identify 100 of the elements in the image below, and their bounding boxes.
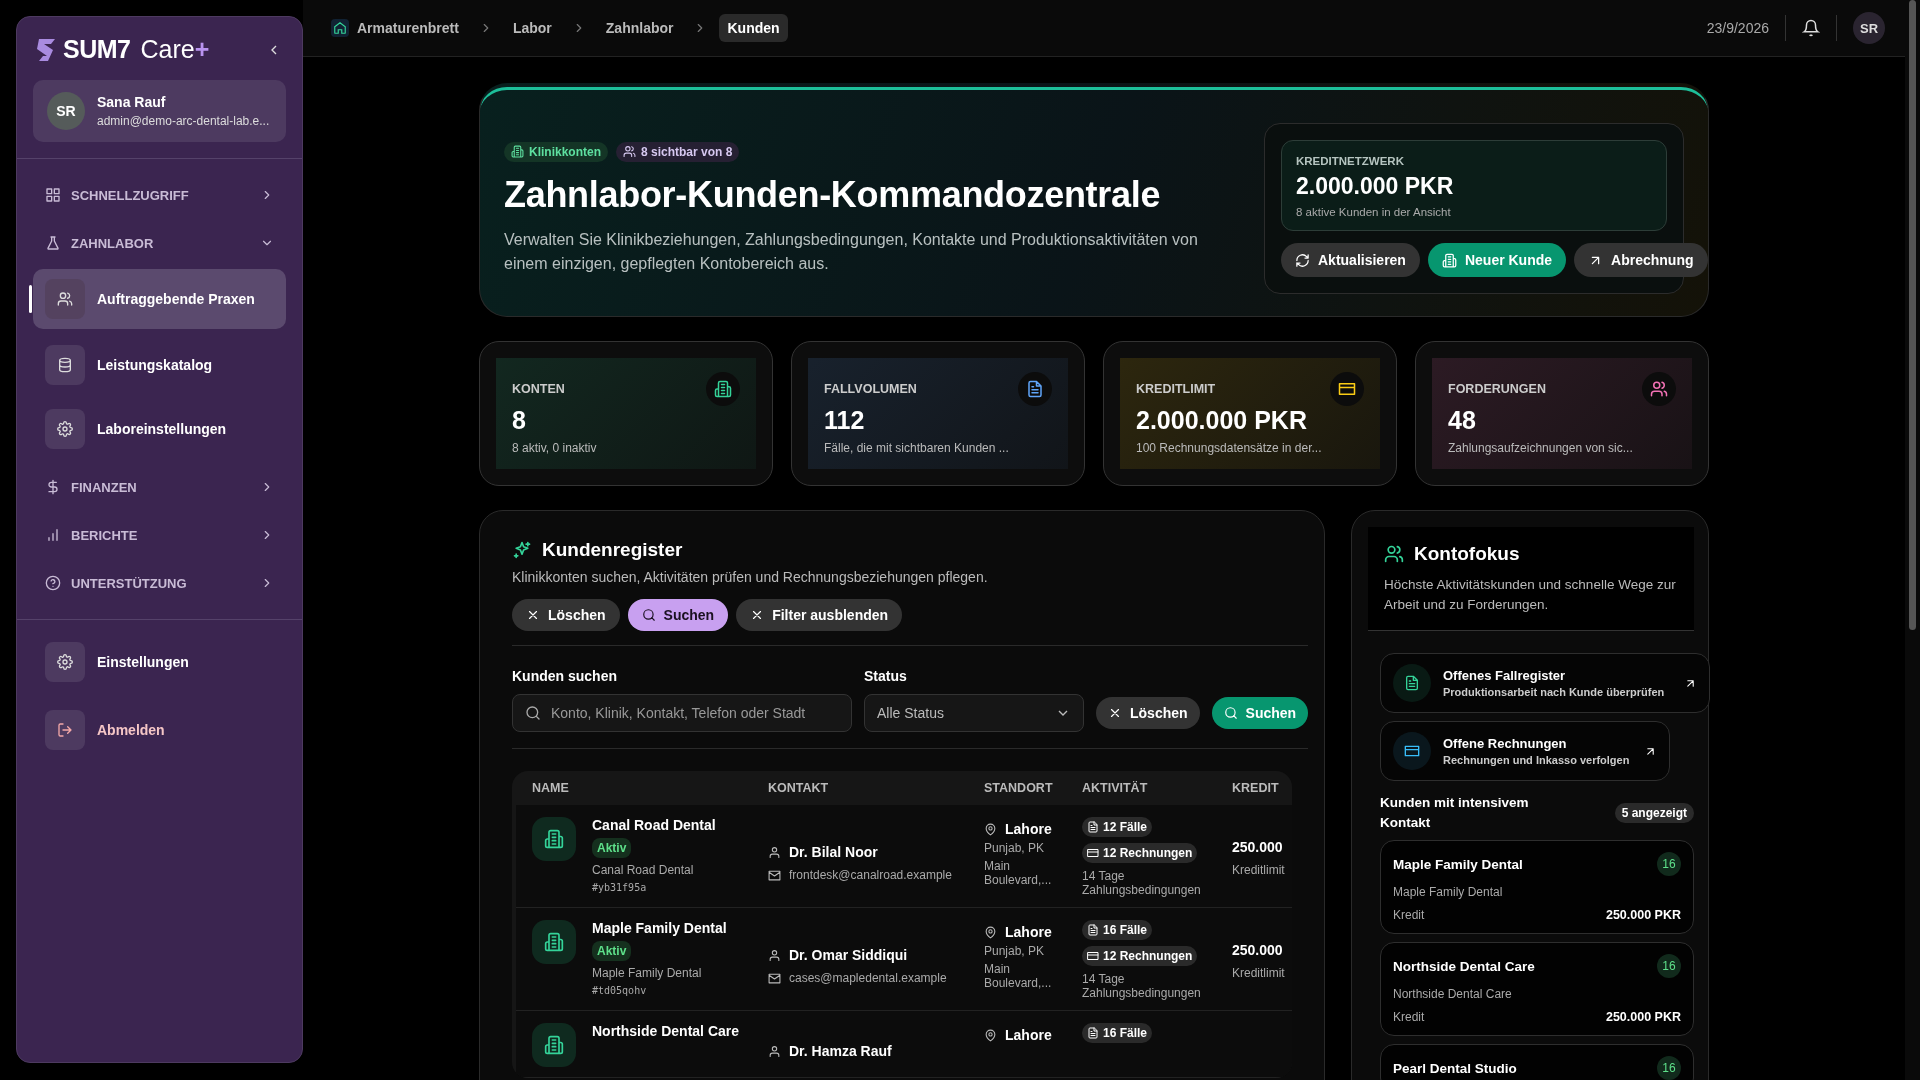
- stat-label: KONTEN: [512, 382, 565, 396]
- credit-value: 250.000 PKR: [1605, 908, 1681, 923]
- client-name[interactable]: Maple Family Dental: [592, 920, 727, 936]
- settings-icon: [57, 654, 73, 670]
- payment-terms: 14 Tage Zahlungsbedingungen: [1082, 972, 1202, 1000]
- column-header: NAME: [532, 781, 570, 795]
- refresh-icon: [1295, 252, 1310, 268]
- quick-link[interactable]: Offenes Fallregister Produktionsarbeit nach Kunde überprüfen: [1380, 653, 1710, 714]
- filter-button[interactable]: Suchen: [1211, 697, 1309, 729]
- city: Lahore: [1005, 924, 1052, 940]
- nav-section[interactable]: SCHNELLZUGRIFF: [33, 173, 286, 217]
- contact-name: Dr. Bilal Noor: [789, 844, 878, 860]
- section-subtitle: Höchste Aktivitätskunden und schnelle Wege zur Arbeit und zu Forderungen.: [1384, 576, 1677, 614]
- stat-value: 8: [512, 406, 527, 435]
- network-value: 2.000.000 PKR: [1296, 173, 1455, 200]
- breadcrumb-link[interactable]: Armaturenbrett: [323, 13, 467, 43]
- breadcrumb-link[interactable]: Kunden: [719, 14, 788, 42]
- stat-value: 112: [824, 406, 866, 435]
- nav-section[interactable]: ZAHNLABOR: [33, 221, 286, 265]
- card-icon: [1087, 847, 1099, 859]
- nav-item[interactable]: Abmelden: [33, 702, 286, 758]
- filter-chip[interactable]: Suchen: [627, 599, 729, 631]
- column-header: STANDORT: [984, 781, 1054, 795]
- network-note: 8 aktive Kunden in der Ansicht: [1296, 206, 1452, 218]
- notifications-button[interactable]: [1802, 19, 1820, 37]
- brand-product: Care+: [140, 35, 210, 64]
- stat-label: KREDITLIMIT: [1136, 382, 1216, 396]
- stat-label: FALLVOLUMEN: [824, 382, 917, 396]
- filter-chip[interactable]: Filter ausblenden: [736, 599, 903, 631]
- clinic-name: Northside Dental Care: [1393, 987, 1513, 1002]
- count-badge: 5 angezeigt: [1614, 802, 1694, 823]
- client-code: #td05qohv: [592, 985, 647, 996]
- cases-badge: 16 Fälle: [1082, 920, 1153, 940]
- city: Lahore: [1005, 821, 1052, 837]
- city: Lahore: [1005, 1027, 1052, 1043]
- field-label: Status: [864, 668, 908, 684]
- action-button[interactable]: Abrechnung: [1574, 243, 1708, 277]
- user-icon: [768, 1044, 781, 1058]
- count-badge: 16: [1657, 852, 1681, 877]
- logout-icon: [57, 722, 73, 738]
- location-icon: [984, 1028, 997, 1042]
- nav-item[interactable]: Leistungskatalog: [33, 337, 286, 393]
- cases-badge: 16 Fälle: [1082, 1023, 1153, 1043]
- user-avatar[interactable]: SR: [1853, 12, 1885, 44]
- breadcrumb-link[interactable]: Zahnlabor: [597, 14, 682, 42]
- users-icon: [1384, 544, 1404, 564]
- search-field[interactable]: Konto, Klinik, Kontakt, Telefon oder Stadt: [512, 694, 852, 732]
- nav-section[interactable]: UNTERSTÜTZUNG: [33, 561, 286, 605]
- status-badge: Aktiv: [592, 838, 632, 858]
- close-icon: [526, 608, 540, 622]
- status-dropdown[interactable]: Alle Status: [864, 694, 1084, 732]
- tag: Klinikkonten: [504, 141, 608, 162]
- breadcrumb-link[interactable]: Labor: [504, 14, 560, 42]
- dollar-icon: [45, 479, 61, 495]
- client-name[interactable]: Northside Dental Care: [592, 1023, 740, 1039]
- user-name: Sana Rauf: [97, 94, 167, 110]
- document-icon: [1087, 1027, 1099, 1039]
- stat-value: 48: [1448, 406, 1477, 435]
- building-icon: [511, 145, 524, 158]
- contact-email: frontdesk@canalroad.example: [789, 868, 952, 882]
- building-icon: [1441, 252, 1457, 268]
- credit-value: 250.000: [1232, 942, 1284, 958]
- grid-icon: [45, 187, 61, 203]
- search-icon: [641, 608, 656, 622]
- action-button[interactable]: Aktualisieren: [1281, 243, 1420, 277]
- filter-chip[interactable]: Löschen: [512, 599, 620, 631]
- page-description: Verwalten Sie Klinikbeziehungen, Zahlungsbedingungen, Kontakte und Produktionsaktivitäten von einem einzigen, gepflegten Kontobereich aus.: [504, 229, 1199, 274]
- stat-note: 100 Rechnungsdatensätze in der...: [1136, 441, 1323, 455]
- client-card[interactable]: Maple Family Dental 16 Maple Family Dental Kredit 250.000 PKR: [1380, 840, 1694, 935]
- stat-note: Zahlungsaufzeichnungen von sic...: [1448, 441, 1634, 455]
- mail-icon: [768, 868, 781, 882]
- column-header: KREDIT: [1232, 781, 1280, 795]
- nav-section[interactable]: FINANZEN: [33, 465, 286, 509]
- quick-link[interactable]: Offene Rechnungen Rechnungen und Inkasso verfolgen: [1380, 721, 1670, 782]
- column-header: KONTAKT: [768, 781, 830, 795]
- clinic-name: Maple Family Dental: [592, 966, 702, 980]
- building-icon: [544, 932, 564, 952]
- client-name: Northside Dental Care: [1393, 958, 1535, 974]
- invoices-badge: 12 Rechnungen: [1082, 843, 1198, 863]
- scrollbar-thumb[interactable]: [1909, 0, 1916, 630]
- network-label: KREDITNETZWERK: [1296, 155, 1405, 167]
- section-title: Kontofokus: [1414, 543, 1520, 565]
- filter-button[interactable]: Löschen: [1096, 697, 1200, 729]
- stat-note: Fälle, die mit sichtbaren Kunden ...: [824, 441, 1010, 455]
- action-button[interactable]: Neuer Kunde: [1427, 243, 1567, 277]
- subsection-title: Kunden mit intensivem Kontakt: [1380, 794, 1530, 832]
- client-card[interactable]: Pearl Dental Studio 16: [1380, 1044, 1694, 1080]
- search-icon: [525, 705, 541, 721]
- credit-label: Kredit: [1393, 908, 1425, 923]
- stat-label: FORDERUNGEN: [1448, 382, 1546, 396]
- region: Punjab, PK: [984, 944, 1046, 958]
- brand-name: SUM7: [63, 35, 131, 64]
- nav-item[interactable]: Laboreinstellungen: [33, 401, 286, 457]
- client-card[interactable]: Northside Dental Care 16 Northside Dental Care Kredit 250.000 PKR: [1380, 942, 1694, 1037]
- nav-item[interactable]: Einstellungen: [33, 634, 286, 690]
- client-name[interactable]: Canal Road Dental: [592, 817, 716, 833]
- nav-section[interactable]: BERICHTE: [33, 513, 286, 557]
- user-card[interactable]: SR Sana Rauf admin@demo-arc-dental-lab.e...: [33, 80, 286, 142]
- credit-label: Kreditlimit: [1232, 966, 1286, 980]
- scrollbar[interactable]: [1905, 0, 1920, 1080]
